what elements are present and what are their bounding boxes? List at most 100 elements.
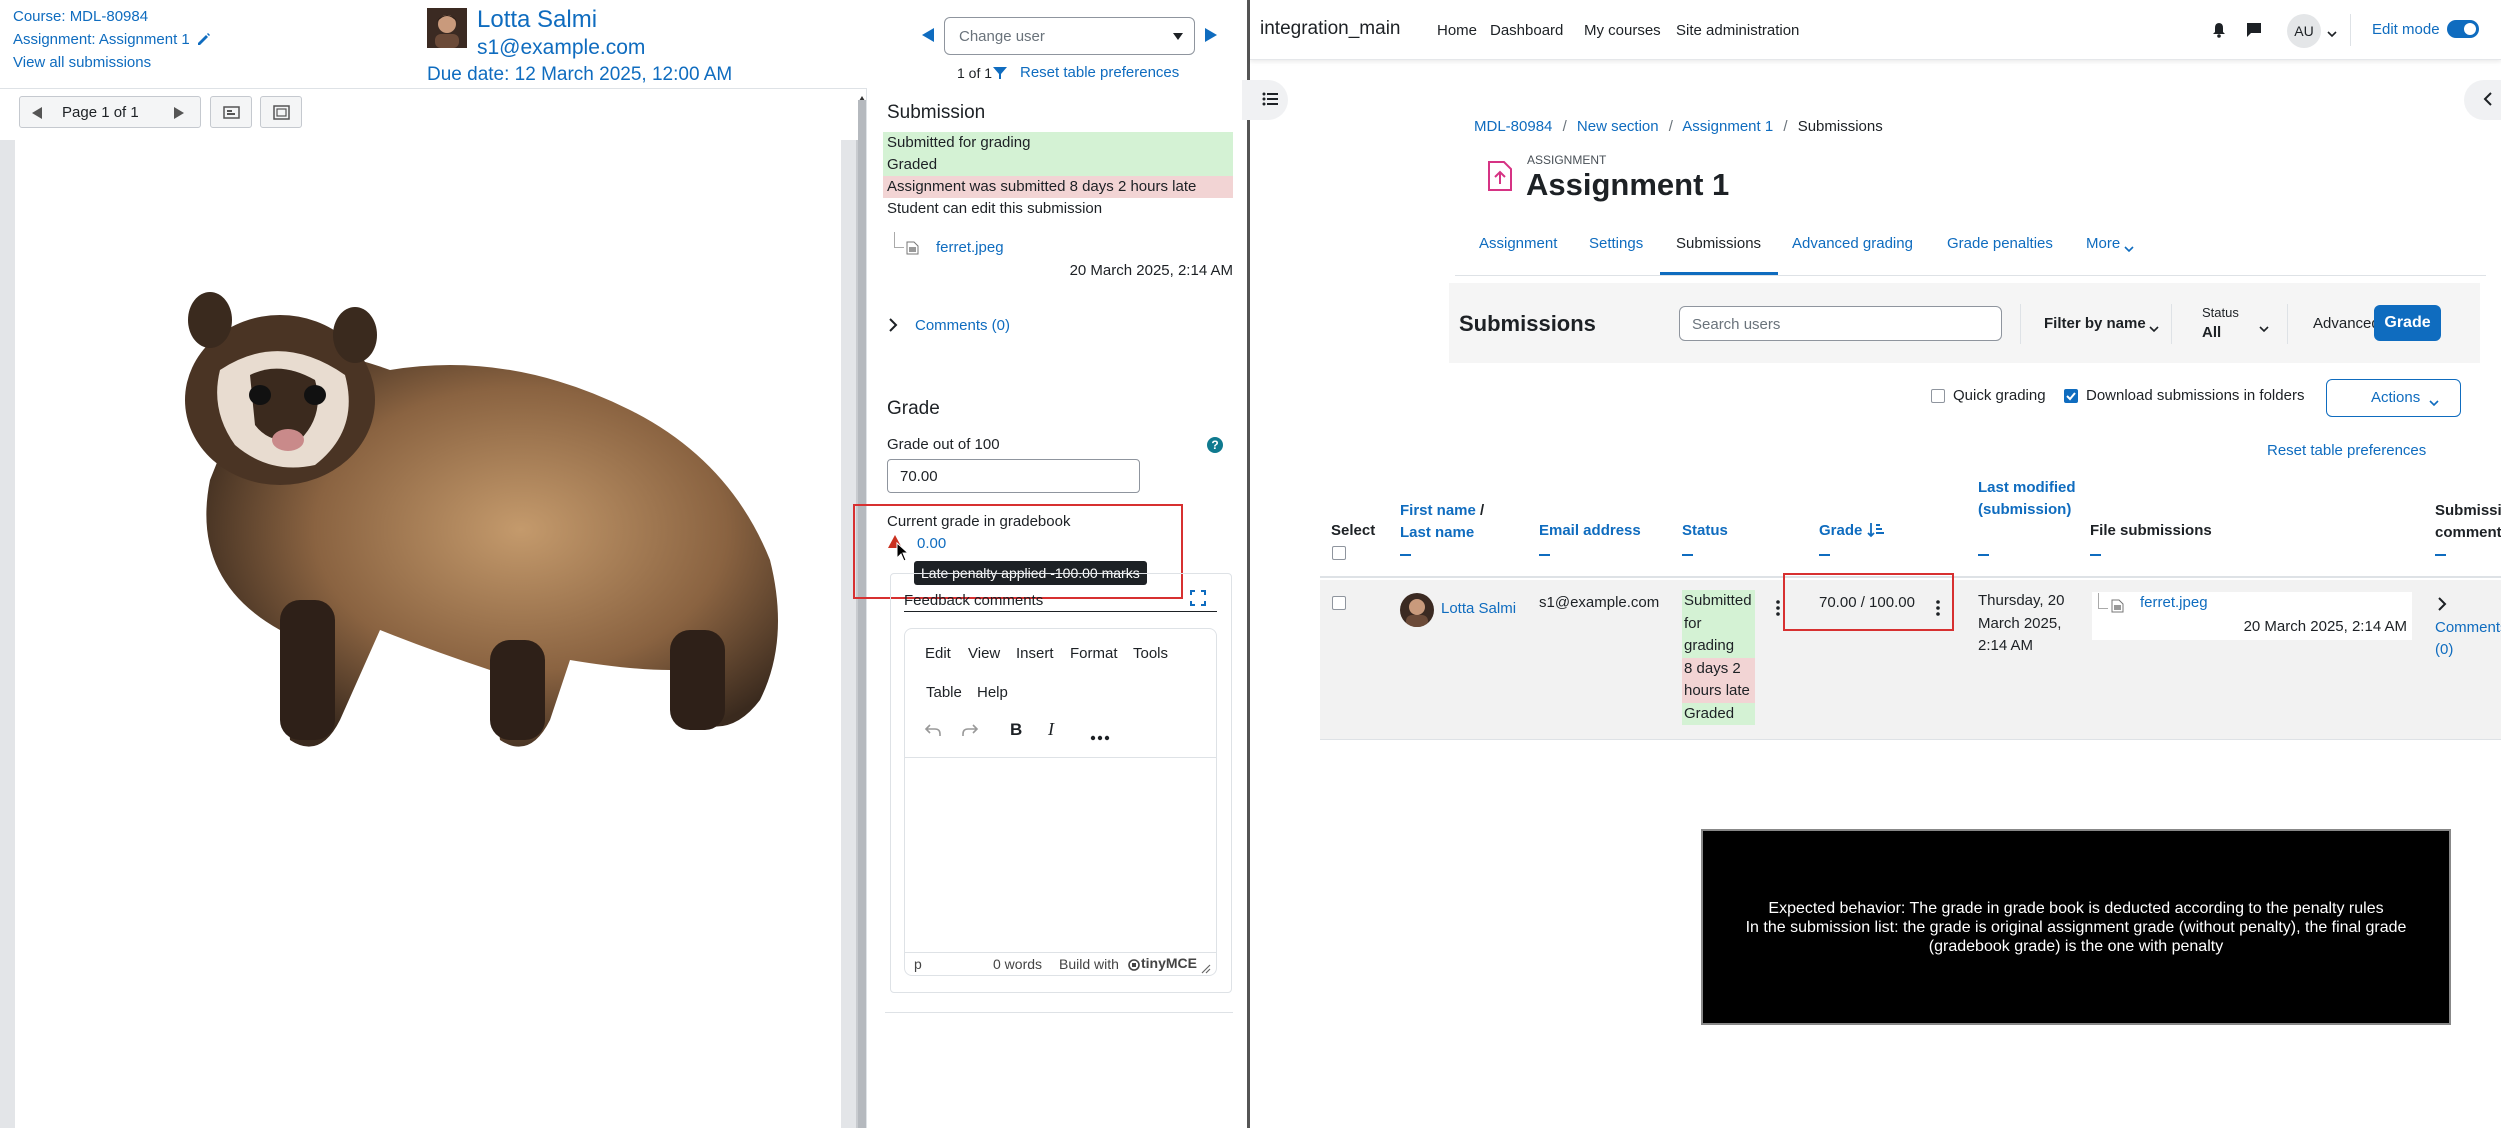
filter-by-name-dropdown[interactable]: Filter by name xyxy=(2044,315,2146,332)
quick-grading-label: Quick grading xyxy=(1953,387,2046,404)
actionbar-divider xyxy=(2287,304,2288,344)
row-status-menu-icon[interactable] xyxy=(1776,600,1780,620)
pdf-scroll-up[interactable] xyxy=(858,90,866,101)
advanced-filter-dropdown[interactable]: Advanced xyxy=(2313,315,2380,332)
filter-by-name-chevron-icon xyxy=(2149,320,2159,337)
redo-icon[interactable] xyxy=(961,722,979,742)
col-last-modified-header[interactable]: Last modified (submission) xyxy=(1978,477,2078,521)
sort-first-name-link[interactable]: First name xyxy=(1400,502,1476,519)
row-user-name-link[interactable]: Lotta Salmi xyxy=(1441,600,1516,617)
col-status-header[interactable]: Status xyxy=(1682,522,1728,539)
col-email-header[interactable]: Email address xyxy=(1539,522,1641,539)
nav-home[interactable]: Home xyxy=(1437,22,1477,39)
tab-more[interactable]: More xyxy=(2086,235,2120,252)
user-email-link[interactable]: s1@example.com xyxy=(477,36,645,60)
more-chevron-icon[interactable] xyxy=(2124,240,2134,257)
status-filter-value[interactable]: All xyxy=(2202,324,2221,341)
select-all-checkbox[interactable] xyxy=(1332,546,1346,560)
row-select-checkbox[interactable] xyxy=(1332,596,1346,610)
change-user-select[interactable]: Change user xyxy=(944,17,1195,55)
quick-grading-checkbox[interactable] xyxy=(1931,389,1945,403)
download-folders-label: Download submissions in folders xyxy=(2086,387,2305,404)
nav-dashboard[interactable]: Dashboard xyxy=(1490,22,1563,39)
editor-menu-table[interactable]: Table xyxy=(926,684,962,701)
tab-settings[interactable]: Settings xyxy=(1589,235,1643,252)
editor-menu-format[interactable]: Format xyxy=(1070,645,1118,662)
submission-file-link[interactable]: ferret.jpeg xyxy=(936,239,1004,256)
nav-my-courses[interactable]: My courses xyxy=(1584,22,1661,39)
editor-menu-tools[interactable]: Tools xyxy=(1133,645,1168,662)
breadcrumb-course[interactable]: MDL-80984 xyxy=(1474,118,1552,135)
pdf-expand-button[interactable] xyxy=(260,96,302,128)
edit-mode-toggle[interactable] xyxy=(2447,20,2479,38)
row-comments-link[interactable]: Comments (0) xyxy=(2435,617,2501,661)
col-grade-header[interactable]: Grade xyxy=(1819,522,1862,539)
breadcrumb-section[interactable]: New section xyxy=(1577,118,1659,135)
chevron-right-icon[interactable] xyxy=(888,318,898,336)
due-date: Due date: 12 March 2025, 12:00 AM xyxy=(427,64,733,85)
submissions-heading: Submissions xyxy=(1459,311,1596,336)
view-all-submissions-link[interactable]: View all submissions xyxy=(13,54,151,71)
avatar-initials: AU xyxy=(2294,23,2314,39)
pdf-rotate-button[interactable] xyxy=(210,96,252,128)
comment-search-icon xyxy=(223,105,241,125)
nav-site-admin[interactable]: Site administration xyxy=(1676,22,1799,39)
next-user-icon[interactable] xyxy=(1202,26,1220,48)
user-menu-chevron-icon[interactable] xyxy=(2327,25,2337,42)
col-email-collapse-icon[interactable] xyxy=(1539,554,1550,556)
row-file-link[interactable]: ferret.jpeg xyxy=(2140,594,2208,611)
more-toolbar-icon[interactable] xyxy=(1090,728,1110,745)
breadcrumb-separator: / xyxy=(1783,118,1788,135)
user-name-link[interactable]: Lotta Salmi xyxy=(477,6,597,34)
row-grade-highlight xyxy=(1783,573,1954,631)
sort-ascending-icon[interactable] xyxy=(1867,522,1885,542)
col-grade-collapse-icon[interactable] xyxy=(1819,554,1830,556)
tabs-bottom-border xyxy=(1455,275,2486,276)
assignment-link[interactable]: Assignment: Assignment 1 xyxy=(13,31,190,48)
italic-icon[interactable]: I xyxy=(1047,719,1059,742)
notification-bell-icon[interactable] xyxy=(2212,22,2226,42)
pencil-icon[interactable] xyxy=(196,31,212,51)
reset-table-preferences-link[interactable]: Reset table preferences xyxy=(1020,64,1179,81)
editor-menu-edit[interactable]: Edit xyxy=(925,645,951,662)
tinymce-editor[interactable] xyxy=(904,628,1217,976)
breadcrumb-assignment[interactable]: Assignment 1 xyxy=(1682,118,1773,135)
tab-advanced-grading[interactable]: Advanced grading xyxy=(1792,235,1913,252)
status-filter-chevron-icon[interactable] xyxy=(2259,320,2269,337)
tab-submissions[interactable]: Submissions xyxy=(1676,235,1761,252)
search-users-input[interactable]: Search users xyxy=(1679,306,2002,341)
editor-menu-insert[interactable]: Insert xyxy=(1016,645,1054,662)
previous-user-icon[interactable] xyxy=(919,26,937,48)
messages-icon[interactable] xyxy=(2246,22,2262,42)
site-name[interactable]: integration_main xyxy=(1260,18,1400,40)
row-comments-chevron-icon[interactable] xyxy=(2437,597,2447,615)
grade-panel-scrollbar[interactable] xyxy=(858,100,866,1128)
resize-handle-icon[interactable] xyxy=(1201,961,1211,978)
bold-icon[interactable]: B xyxy=(1009,720,1023,743)
next-page-icon[interactable] xyxy=(170,104,188,126)
editor-menu-view[interactable]: View xyxy=(968,645,1000,662)
download-folders-checkbox[interactable] xyxy=(2064,389,2078,403)
help-icon[interactable]: ? xyxy=(1206,436,1224,458)
col-status-collapse-icon[interactable] xyxy=(1682,554,1693,556)
editor-menu-help[interactable]: Help xyxy=(977,684,1008,701)
reset-table-prefs-link[interactable]: Reset table preferences xyxy=(2267,442,2426,459)
actions-dropdown[interactable]: Actions xyxy=(2326,379,2461,417)
sort-last-name-link[interactable]: Last name xyxy=(1400,524,1474,541)
tab-assignment[interactable]: Assignment xyxy=(1479,235,1557,252)
prev-page-icon[interactable] xyxy=(28,104,46,126)
grade-button[interactable]: Grade xyxy=(2374,305,2441,341)
col-comments-collapse-icon[interactable] xyxy=(2435,554,2446,556)
col-last-modified-collapse-icon[interactable] xyxy=(1978,554,1989,556)
col-name-collapse-icon[interactable] xyxy=(1400,554,1411,556)
comments-link[interactable]: Comments (0) xyxy=(915,317,1010,334)
filter-icon[interactable] xyxy=(993,66,1007,84)
tab-grade-penalties[interactable]: Grade penalties xyxy=(1947,235,2053,252)
grade-input[interactable]: 70.00 xyxy=(887,459,1140,493)
col-file-submissions-collapse-icon[interactable] xyxy=(2090,554,2101,556)
fullscreen-icon[interactable] xyxy=(1190,590,1206,610)
undo-icon[interactable] xyxy=(924,722,942,742)
submission-file-date: 20 March 2025, 2:14 AM xyxy=(1069,262,1233,279)
course-link[interactable]: Course: MDL-80984 xyxy=(13,8,148,25)
user-menu-avatar[interactable]: AU xyxy=(2287,14,2321,48)
